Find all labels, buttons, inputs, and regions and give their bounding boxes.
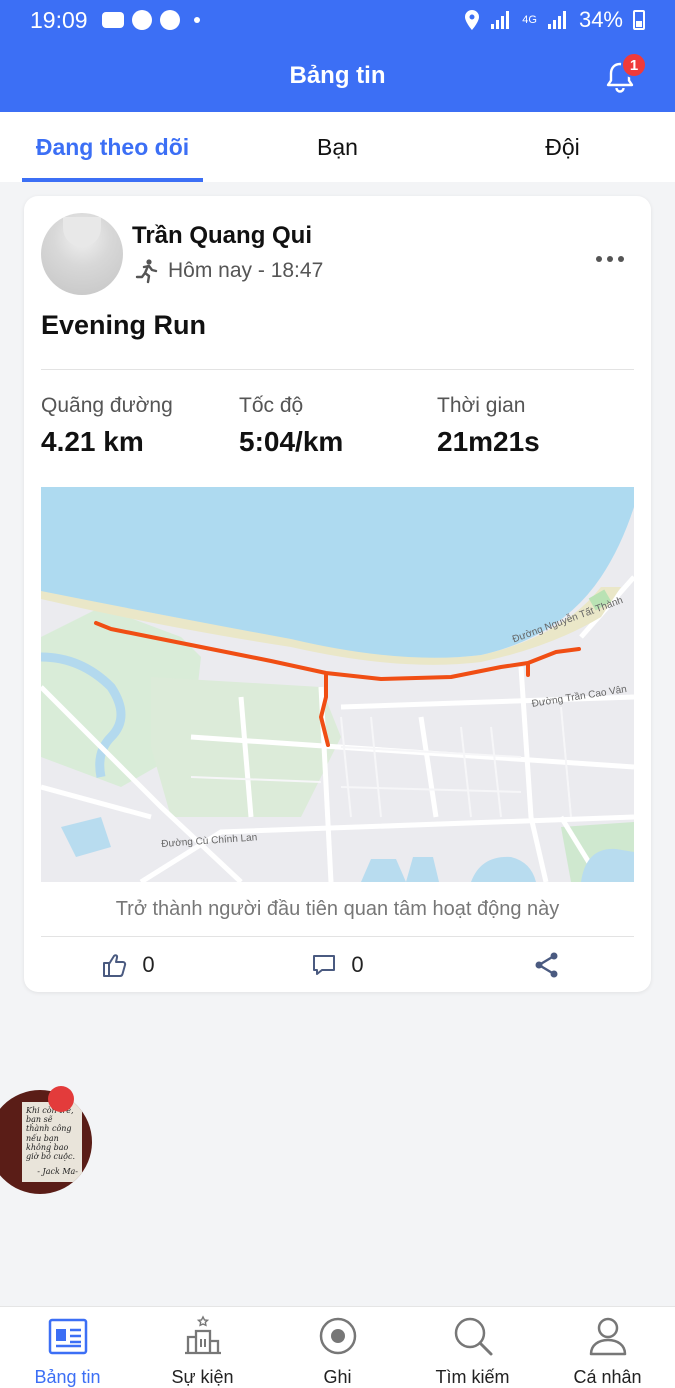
stat-pace: Tốc độ 5:04/km [239, 394, 343, 458]
signal-icon [491, 11, 510, 29]
app-header: Bảng tin 1 [0, 40, 675, 112]
notification-badge: 1 [621, 52, 647, 78]
battery-icon [633, 10, 645, 30]
nav-label: Ghi [323, 1367, 352, 1387]
run-icon [135, 259, 158, 284]
nav-feed[interactable]: Bảng tin [0, 1307, 135, 1388]
share-icon [535, 952, 557, 978]
share-button[interactable] [442, 948, 651, 982]
stat-value: 21m21s [437, 426, 540, 457]
page-title: Bảng tin [289, 62, 386, 89]
avatar[interactable] [41, 213, 123, 295]
chat-head-badge [48, 1086, 74, 1112]
network-type: 4G [522, 14, 537, 26]
nav-profile[interactable]: Cá nhân [540, 1307, 675, 1388]
search-icon [454, 1317, 492, 1356]
stat-value: 5:04/km [239, 426, 344, 457]
quote-image: Khi còn trẻ, bạn sẽ thành công nếu bạn k… [22, 1102, 82, 1182]
youtube-icon [101, 12, 124, 28]
feed-icon [48, 1318, 87, 1355]
like-button[interactable]: 0 [24, 948, 233, 982]
profile-icon [589, 1317, 626, 1356]
kudos-prompt[interactable]: Trở thành người đầu tiên quan tâm hoạt đ… [24, 898, 651, 921]
nav-label: Sự kiện [171, 1367, 234, 1387]
bottom-nav: Bảng tin Sự kiện Ghi Tìm kiếm Cá nhân [0, 1306, 675, 1388]
comment-icon [313, 955, 336, 975]
comment-count: 0 [351, 952, 364, 977]
quote-author: - Jack Ma- [37, 1167, 78, 1177]
activity-card[interactable]: Trần Quang Qui Hôm nay - 18:47 Evening R… [24, 196, 651, 992]
location-icon [465, 10, 480, 30]
divider [41, 936, 634, 937]
feed-tabs: Đang theo dõi Bạn Đội [0, 112, 675, 182]
route-map[interactable]: Đường Nguyễn Tất Thành Đường Trần Cao Vâ… [41, 487, 634, 882]
more-notifications-icon [193, 17, 200, 23]
status-bar: 19:09 4G 34% [0, 0, 675, 40]
facebook-icon [159, 10, 180, 30]
events-icon [184, 1315, 221, 1355]
stat-label: Quãng đường [41, 394, 173, 417]
nav-events[interactable]: Sự kiện [135, 1307, 270, 1388]
signal-icon-2 [547, 11, 566, 29]
athlete-name[interactable]: Trần Quang Qui [132, 222, 312, 250]
map-image [41, 487, 634, 882]
messenger-icon [131, 10, 152, 30]
stat-label: Thời gian [437, 394, 526, 417]
tab-clubs[interactable]: Đội [450, 112, 675, 182]
nav-search[interactable]: Tìm kiếm [405, 1307, 540, 1388]
floating-chat-head[interactable]: Khi còn trẻ, bạn sẽ thành công nếu bạn k… [0, 1090, 92, 1194]
status-time: 19:09 [30, 6, 88, 33]
activity-time: Hôm nay - 18:47 [168, 259, 324, 282]
battery-percent: 34% [578, 7, 623, 32]
activity-actions: 0 0 [24, 948, 651, 982]
tab-following[interactable]: Đang theo dõi [0, 112, 225, 182]
tab-friends[interactable]: Bạn [225, 112, 450, 182]
more-icon [596, 256, 624, 262]
nav-record[interactable]: Ghi [270, 1307, 405, 1388]
divider [41, 369, 634, 370]
notifications-button[interactable]: 1 [603, 52, 647, 94]
stat-label: Tốc độ [239, 394, 304, 417]
stat-time: Thời gian 21m21s [437, 394, 540, 458]
nav-label: Bảng tin [34, 1367, 101, 1387]
activity-title[interactable]: Evening Run [41, 310, 206, 341]
comment-button[interactable]: 0 [233, 948, 442, 982]
nav-label: Cá nhân [573, 1367, 642, 1387]
more-options-button[interactable] [595, 240, 625, 271]
quote-text: Khi còn trẻ, bạn sẽ thành công nếu bạn k… [26, 1106, 75, 1161]
thumbs-up-icon [103, 954, 127, 977]
stat-value: 4.21 km [41, 426, 144, 457]
nav-label: Tìm kiếm [435, 1367, 510, 1387]
record-icon [319, 1317, 356, 1355]
like-count: 0 [142, 952, 155, 977]
stat-distance: Quãng đường 4.21 km [41, 394, 173, 458]
